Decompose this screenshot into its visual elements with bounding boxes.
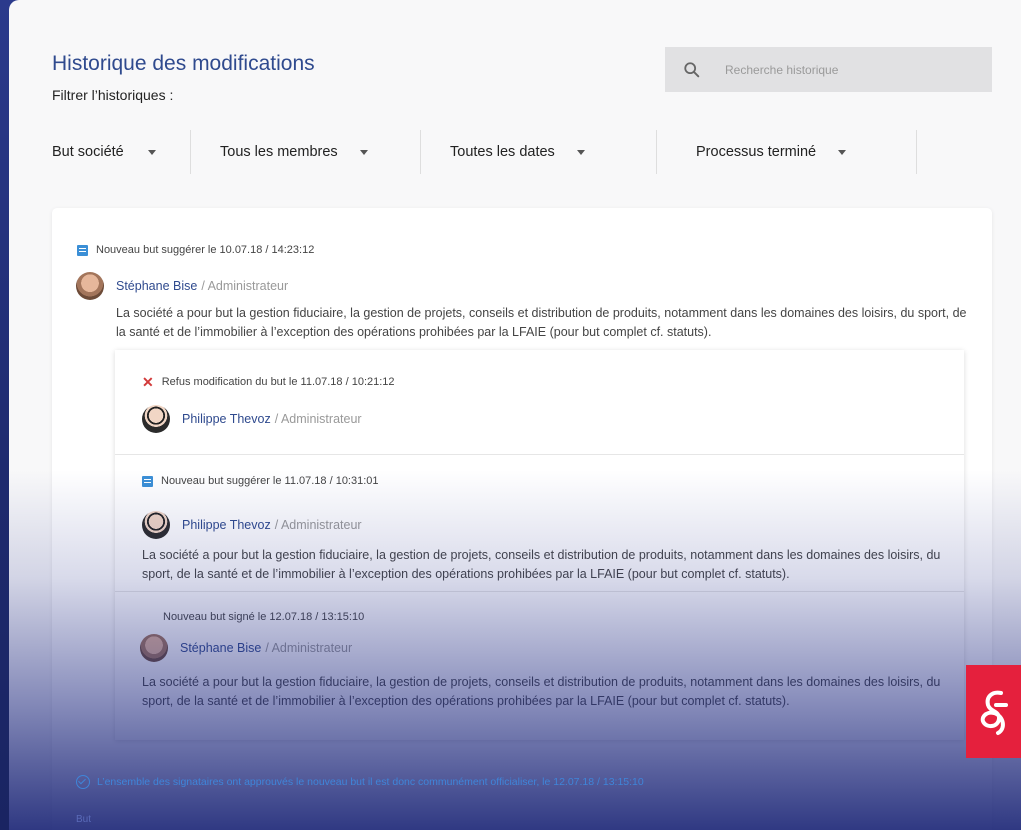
entry-user: Philippe Thevoz / Administrateur xyxy=(142,511,362,539)
history-panel: Historique des modifications Filtrer l’h… xyxy=(9,0,1021,830)
filter-label: Filtrer l’historiques : xyxy=(52,87,174,103)
filter-but-societe[interactable]: But société xyxy=(52,130,190,174)
search-icon xyxy=(684,61,700,77)
document-icon xyxy=(77,244,88,256)
filter-label-text: But société xyxy=(52,144,124,160)
entry-meta-text: Refus modification du but le 11.07.18 / … xyxy=(161,376,395,388)
user-name[interactable]: Stéphane Bise xyxy=(180,641,261,655)
search-box[interactable] xyxy=(665,47,992,92)
entry-meta: Nouveau but suggérer le 11.07.18 / 10:31… xyxy=(142,475,379,487)
history-card: Nouveau but suggérer le 10.07.18 / 14:23… xyxy=(52,208,992,830)
user-role: / Administrateur xyxy=(274,518,362,532)
avatar xyxy=(142,511,170,539)
filter-process[interactable]: Processus terminé xyxy=(657,130,916,174)
filter-members[interactable]: Tous les membres xyxy=(191,130,420,174)
avatar xyxy=(142,405,170,433)
caret-down-icon xyxy=(147,149,156,155)
filter-dates[interactable]: Toutes les dates xyxy=(421,130,656,174)
brand-logo-icon xyxy=(980,690,1008,735)
avatar xyxy=(76,272,104,300)
sub-entry-suggestion: Nouveau but suggérer le 11.07.18 / 10:31… xyxy=(115,454,964,592)
entry-user: Stéphane Bise / Administrateur xyxy=(76,272,288,300)
filter-label-text: Processus terminé xyxy=(696,144,817,160)
filter-bar: But société Tous les membres Toutes les … xyxy=(52,130,917,174)
brand-logo xyxy=(966,665,1021,758)
caret-down-icon xyxy=(838,149,847,155)
entry-meta-text: Nouveau but signé le 12.07.18 / 13:15:10 xyxy=(163,611,365,623)
entry-meta: ✕ Refus modification du but le 11.07.18 … xyxy=(142,375,395,389)
user-role: / Administrateur xyxy=(265,641,353,655)
entry-text: La société a pour but la gestion fiducia… xyxy=(142,548,941,581)
entry-meta: Nouveau but suggérer le 10.07.18 / 14:23… xyxy=(77,244,314,256)
user-name[interactable]: Philippe Thevoz xyxy=(182,518,271,532)
filter-label-text: Tous les membres xyxy=(220,144,338,160)
entry-meta-text: Nouveau but suggérer le 11.07.18 / 10:31… xyxy=(161,475,379,487)
sub-entries-box: ✕ Refus modification du but le 11.07.18 … xyxy=(115,350,964,740)
filter-label-text: Toutes les dates xyxy=(450,144,555,160)
user-name[interactable]: Stéphane Bise xyxy=(116,279,197,293)
check-circle-icon xyxy=(76,775,90,789)
user-role: / Administrateur xyxy=(201,279,289,293)
entry-meta: Nouveau but signé le 12.07.18 / 13:15:10 xyxy=(163,611,364,623)
caret-down-icon xyxy=(359,149,368,155)
divider xyxy=(916,130,917,174)
sub-entry-refusal: ✕ Refus modification du but le 11.07.18 … xyxy=(115,350,964,454)
entry-meta-text: Nouveau but suggérer le 10.07.18 / 14:23… xyxy=(96,244,315,256)
document-icon xyxy=(142,475,153,487)
search-input[interactable] xyxy=(723,61,957,78)
entry-text: La société a pour but la gestion fiducia… xyxy=(116,306,967,339)
sub-entry-signed: Nouveau but signé le 12.07.18 / 13:15:10… xyxy=(115,591,964,741)
user-role: / Administrateur xyxy=(274,412,362,426)
avatar xyxy=(140,634,168,662)
final-status-text: L’ensemble des signataires ont approuvés… xyxy=(97,776,644,788)
caret-down-icon xyxy=(576,149,585,155)
entry-text: La société a pour but la gestion fiducia… xyxy=(142,675,941,708)
entry-user: Stéphane Bise / Administrateur xyxy=(140,634,352,662)
close-icon: ✕ xyxy=(142,374,154,390)
user-name[interactable]: Philippe Thevoz xyxy=(182,412,271,426)
entry-user: Philippe Thevoz / Administrateur xyxy=(142,405,362,433)
but-label: But xyxy=(76,814,92,825)
page-title: Historique des modifications xyxy=(52,52,315,75)
final-status: L’ensemble des signataires ont approuvés… xyxy=(76,775,644,789)
